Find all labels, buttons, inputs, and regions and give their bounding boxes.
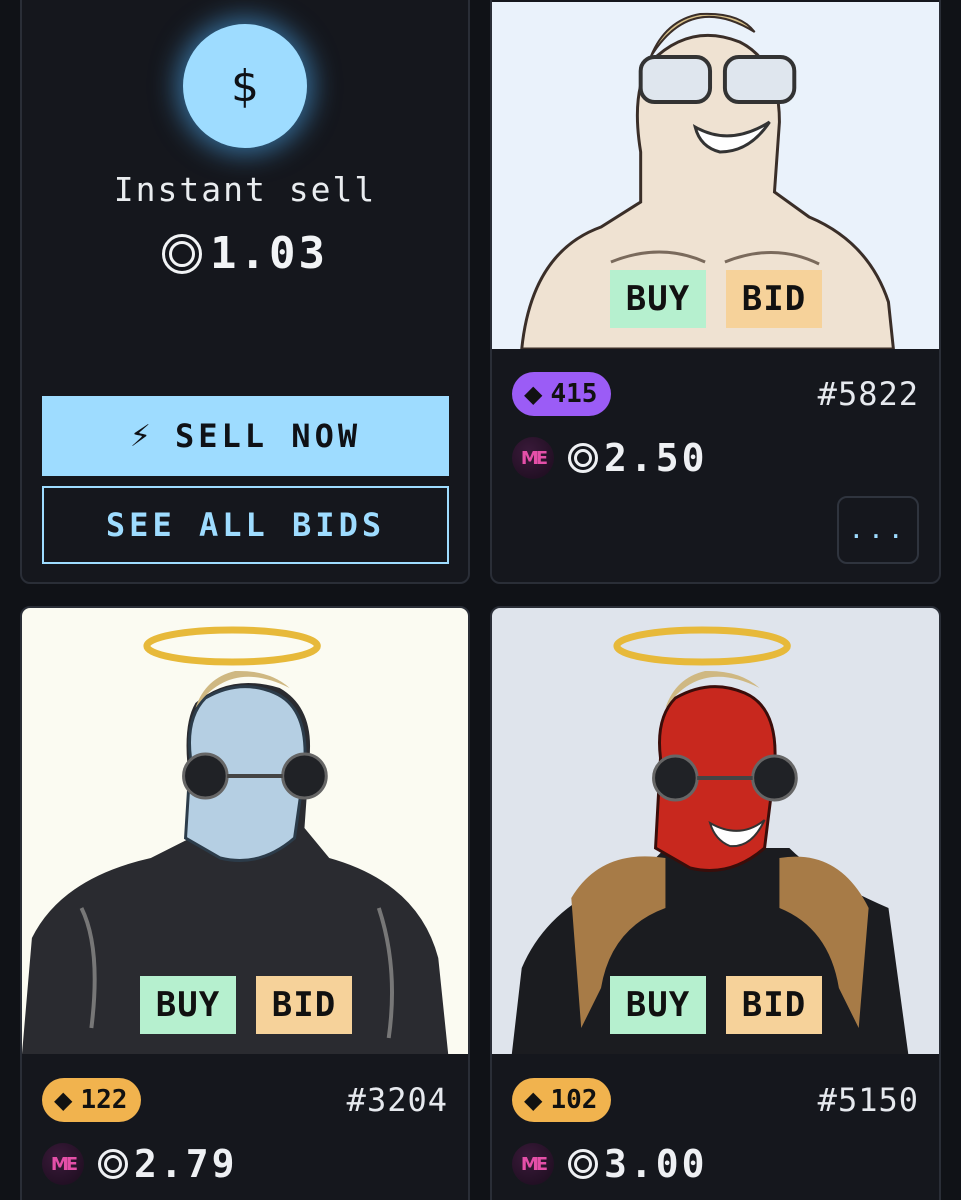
more-options-button[interactable]: ...	[837, 496, 919, 564]
gem-icon: ◆	[54, 1086, 73, 1114]
price-amount: 3.00	[604, 1142, 708, 1186]
buy-button[interactable]: BUY	[610, 976, 706, 1034]
buy-button[interactable]: BUY	[610, 270, 706, 328]
instant-sell-card: $ Instant sell 1.03 ⚡ SELL NOW SEE ALL B…	[20, 0, 470, 584]
buy-bid-overlay: BUY BID	[610, 976, 822, 1034]
nft-card[interactable]: BUY BID ◆ 415 #5822 ME 2.50 ...	[490, 0, 941, 584]
see-all-bids-button[interactable]: SEE ALL BIDS	[42, 486, 449, 564]
rarity-rank-badge: ◆ 102	[512, 1078, 612, 1122]
gem-icon: ◆	[524, 380, 543, 408]
buy-bid-overlay: BUY BID	[610, 270, 822, 328]
bid-button[interactable]: BID	[256, 976, 352, 1034]
sol-currency-icon	[98, 1149, 128, 1179]
listing-price: 3.00	[568, 1142, 708, 1186]
magic-eden-logo-icon: ME	[512, 437, 554, 479]
price-amount: 2.50	[604, 436, 708, 480]
listing-price: 2.50	[568, 436, 708, 480]
sol-currency-icon	[568, 1149, 598, 1179]
buy-bid-overlay: BUY BID	[140, 976, 352, 1034]
buy-button[interactable]: BUY	[140, 976, 236, 1034]
nft-meta-row: ◆ 102 #5150	[512, 1078, 919, 1122]
token-id: #5822	[817, 375, 919, 413]
dollar-icon: $	[183, 24, 307, 148]
gem-icon: ◆	[524, 1086, 543, 1114]
lightning-icon: ⚡	[129, 418, 155, 454]
sol-currency-icon	[162, 233, 203, 274]
rank-value: 415	[550, 379, 598, 409]
magic-eden-logo-icon: ME	[512, 1143, 554, 1185]
bid-button[interactable]: BID	[726, 976, 822, 1034]
nft-card[interactable]: BUY BID ◆ 122 #3204 ME 2.79	[20, 606, 470, 1200]
listing-price: 2.79	[98, 1142, 238, 1186]
rank-value: 122	[80, 1085, 128, 1115]
dollar-glyph: $	[231, 60, 259, 112]
price-row: ME 2.79	[42, 1142, 238, 1186]
nft-card[interactable]: BUY BID ◆ 102 #5150 ME 3.00	[490, 606, 941, 1200]
instant-sell-amount: 1.03	[210, 228, 328, 279]
sol-currency-icon	[568, 443, 598, 473]
sell-now-label: SELL NOW	[174, 417, 362, 455]
instant-sell-price: 1.03	[22, 228, 468, 279]
price-amount: 2.79	[134, 1142, 238, 1186]
sell-now-button[interactable]: ⚡ SELL NOW	[42, 396, 449, 476]
token-id: #3204	[346, 1081, 448, 1119]
token-id: #5150	[817, 1081, 919, 1119]
rarity-rank-badge: ◆ 415	[512, 372, 612, 416]
instant-sell-label: Instant sell	[113, 170, 377, 209]
nft-meta-row: ◆ 122 #3204	[42, 1078, 448, 1122]
rank-value: 102	[550, 1085, 598, 1115]
price-row: ME 3.00	[512, 1142, 708, 1186]
bid-button[interactable]: BID	[726, 270, 822, 328]
price-row: ME 2.50	[512, 436, 708, 480]
nft-meta-row: ◆ 415 #5822	[512, 372, 919, 416]
magic-eden-logo-icon: ME	[42, 1143, 84, 1185]
rarity-rank-badge: ◆ 122	[42, 1078, 142, 1122]
